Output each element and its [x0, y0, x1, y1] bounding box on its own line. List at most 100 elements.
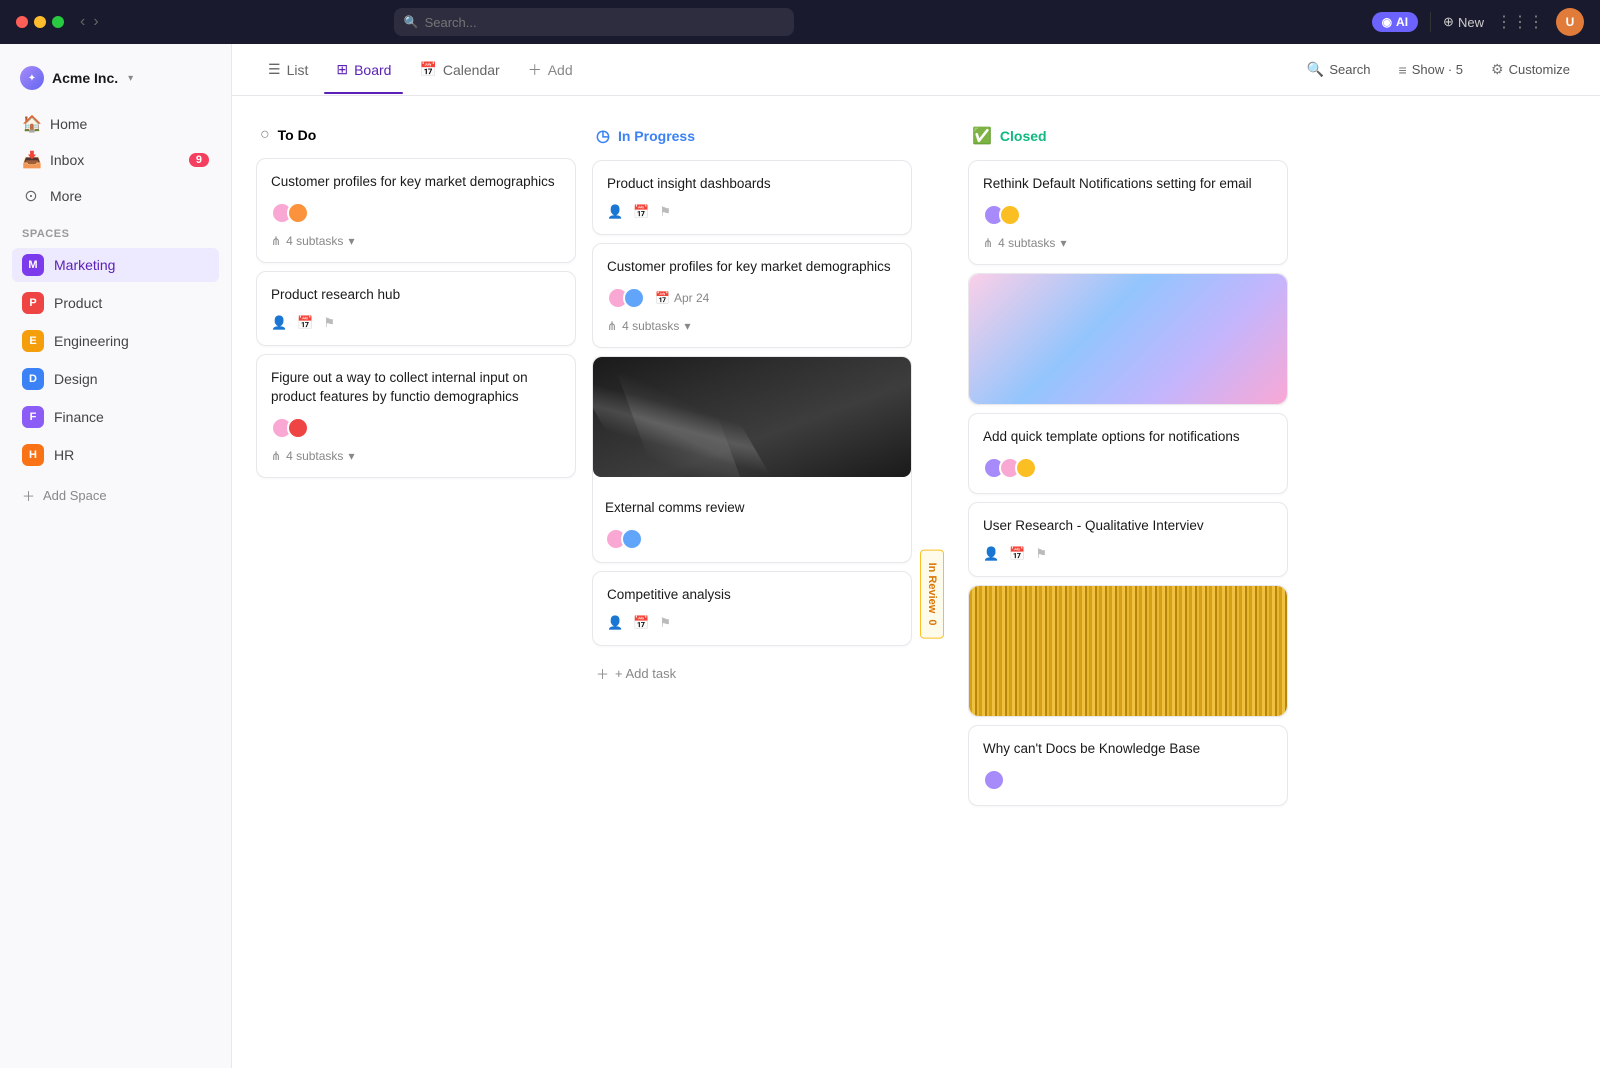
add-space-button[interactable]: ＋ Add Space: [12, 480, 219, 511]
sidebar: ✦ Acme Inc. ▾ 🏠 Home 📥 Inbox 9 ⊙ More Sp…: [0, 44, 232, 1068]
card-pink-blue-image[interactable]: [968, 273, 1288, 405]
sidebar-item-finance[interactable]: F Finance: [12, 400, 219, 434]
card3-subtasks[interactable]: ⋔ 4 subtasks ▾: [271, 449, 561, 463]
assign-icon[interactable]: 👤: [271, 315, 287, 331]
sidebar-item-hr[interactable]: H HR: [12, 438, 219, 472]
user-avatar[interactable]: U: [1556, 8, 1584, 36]
forward-button[interactable]: ›: [93, 13, 98, 31]
card5-subtasks[interactable]: ⋔ 4 subtasks ▾: [607, 319, 897, 333]
card13-avatars: [983, 769, 1273, 791]
flag-icon[interactable]: ⚑: [659, 615, 671, 631]
customize-action[interactable]: ⚙ Customize: [1485, 57, 1576, 82]
subtask-chevron-icon: ▾: [348, 449, 354, 463]
add-task-button[interactable]: ＋ + Add task: [592, 654, 912, 693]
sidebar-item-home[interactable]: 🏠 Home: [12, 108, 219, 140]
flag-icon[interactable]: ⚑: [323, 315, 335, 331]
subtask-chevron-icon: ▾: [1060, 236, 1066, 250]
workspace-chevron-icon: ▾: [128, 73, 133, 84]
show-action-icon: ≡: [1399, 62, 1407, 78]
assign-icon[interactable]: 👤: [983, 546, 999, 562]
card-figure-out[interactable]: Figure out a way to collect internal inp…: [256, 354, 576, 478]
ai-badge[interactable]: ◉ AI: [1372, 12, 1418, 32]
tab-board[interactable]: ⊞ Board: [324, 55, 403, 84]
card-competitive-analysis[interactable]: Competitive analysis 👤 📅 ⚑: [592, 571, 912, 646]
topbar: ‹ › 🔍 ◉ AI ⊕ New ⋮⋮⋮ U: [0, 0, 1600, 44]
search-action-icon: 🔍: [1307, 61, 1324, 78]
todo-status-icon: ○: [260, 126, 270, 144]
sidebar-inbox-label: Inbox: [50, 152, 84, 168]
workspace-header[interactable]: ✦ Acme Inc. ▾: [12, 60, 219, 96]
card6-title: External comms review: [605, 499, 899, 518]
card11-title: User Research - Qualitative Interviev: [983, 517, 1273, 536]
card13-title: Why can't Docs be Knowledge Base: [983, 740, 1273, 759]
column-todo-header: ○ To Do: [256, 120, 576, 150]
card1-avatars: [271, 202, 561, 224]
board-tab-label: Board: [354, 62, 391, 78]
date-icon[interactable]: 📅: [633, 615, 649, 631]
flag-icon[interactable]: ⚑: [1035, 546, 1047, 562]
card-external-comms[interactable]: External comms review: [592, 356, 912, 563]
column-inprogress-header: ◷ In Progress: [592, 120, 912, 152]
card-customer-profiles-inprogress[interactable]: Customer profiles for key market demogra…: [592, 243, 912, 348]
maximize-window-btn[interactable]: [52, 16, 64, 28]
date-icon[interactable]: 📅: [297, 315, 313, 331]
tab-calendar[interactable]: 📅 Calendar: [407, 55, 511, 84]
grid-icon[interactable]: ⋮⋮⋮: [1496, 12, 1544, 32]
card1-subtasks[interactable]: ⋔ 4 subtasks ▾: [271, 234, 561, 248]
card-golden-image[interactable]: [968, 585, 1288, 717]
card6-image: [593, 357, 911, 477]
card8-subtasks[interactable]: ⋔ 4 subtasks ▾: [983, 236, 1273, 250]
global-search-input[interactable]: [425, 15, 784, 30]
date-icon[interactable]: 📅: [633, 204, 649, 220]
calendar-icon: 📅: [419, 61, 436, 78]
flag-icon[interactable]: ⚑: [659, 204, 671, 220]
tab-list[interactable]: ☰ List: [256, 55, 320, 84]
subtask-icon: ⋔: [271, 234, 281, 248]
sidebar-item-marketing[interactable]: M Marketing: [12, 248, 219, 282]
card11-meta: 👤 📅 ⚑: [983, 546, 1273, 562]
engineering-dot: E: [22, 330, 44, 352]
assign-icon[interactable]: 👤: [607, 615, 623, 631]
tab-add[interactable]: ＋ Add: [516, 54, 585, 86]
sidebar-item-design[interactable]: D Design: [12, 362, 219, 396]
engineering-label: Engineering: [54, 333, 129, 349]
subtask-icon: ⋔: [271, 449, 281, 463]
assign-icon[interactable]: 👤: [607, 204, 623, 220]
card6-content: External comms review: [593, 487, 911, 562]
card-quick-template[interactable]: Add quick template options for notificat…: [968, 413, 1288, 494]
sidebar-item-inbox[interactable]: 📥 Inbox 9: [12, 144, 219, 176]
close-window-btn[interactable]: [16, 16, 28, 28]
card2-title: Product research hub: [271, 286, 561, 305]
card-product-research[interactable]: Product research hub 👤 📅 ⚑: [256, 271, 576, 346]
design-label: Design: [54, 371, 98, 387]
hr-dot: H: [22, 444, 44, 466]
in-review-tab[interactable]: In Review 0: [920, 550, 944, 639]
new-button[interactable]: ⊕ New: [1443, 14, 1484, 30]
more-icon: ⊙: [22, 186, 40, 206]
search-action[interactable]: 🔍 Search: [1301, 57, 1377, 82]
topbar-right-area: ◉ AI ⊕ New ⋮⋮⋮ U: [1372, 8, 1584, 36]
back-button[interactable]: ‹: [80, 13, 85, 31]
window-controls: [16, 16, 64, 28]
add-space-label: Add Space: [43, 488, 107, 503]
minimize-window-btn[interactable]: [34, 16, 46, 28]
subtask-chevron-icon: ▾: [348, 234, 354, 248]
card3-title: Figure out a way to collect internal inp…: [271, 369, 561, 407]
sidebar-item-engineering[interactable]: E Engineering: [12, 324, 219, 358]
avatar: [287, 417, 309, 439]
card-rethink-notifications[interactable]: Rethink Default Notifications setting fo…: [968, 160, 1288, 265]
closed-cards: Rethink Default Notifications setting fo…: [968, 160, 1288, 1068]
card-docs-knowledge[interactable]: Why can't Docs be Knowledge Base: [968, 725, 1288, 806]
show-action[interactable]: ≡ Show · 5: [1393, 58, 1469, 82]
card-product-insight[interactable]: Product insight dashboards 👤 📅 ⚑: [592, 160, 912, 235]
inprogress-wrapper: ◷ In Progress Product insight dashboards…: [592, 120, 952, 1068]
customize-action-icon: ⚙: [1491, 61, 1504, 78]
sidebar-item-more[interactable]: ⊙ More: [12, 180, 219, 212]
card-user-research[interactable]: User Research - Qualitative Interviev 👤 …: [968, 502, 1288, 577]
date-icon[interactable]: 📅: [1009, 546, 1025, 562]
sidebar-item-product[interactable]: P Product: [12, 286, 219, 320]
card-customer-profiles-todo[interactable]: Customer profiles for key market demogra…: [256, 158, 576, 263]
main-content: ☰ List ⊞ Board 📅 Calendar ＋ Add 🔍 Search: [232, 44, 1600, 1068]
global-search-bar[interactable]: 🔍: [394, 8, 794, 36]
inprogress-column-label: In Progress: [618, 128, 695, 144]
